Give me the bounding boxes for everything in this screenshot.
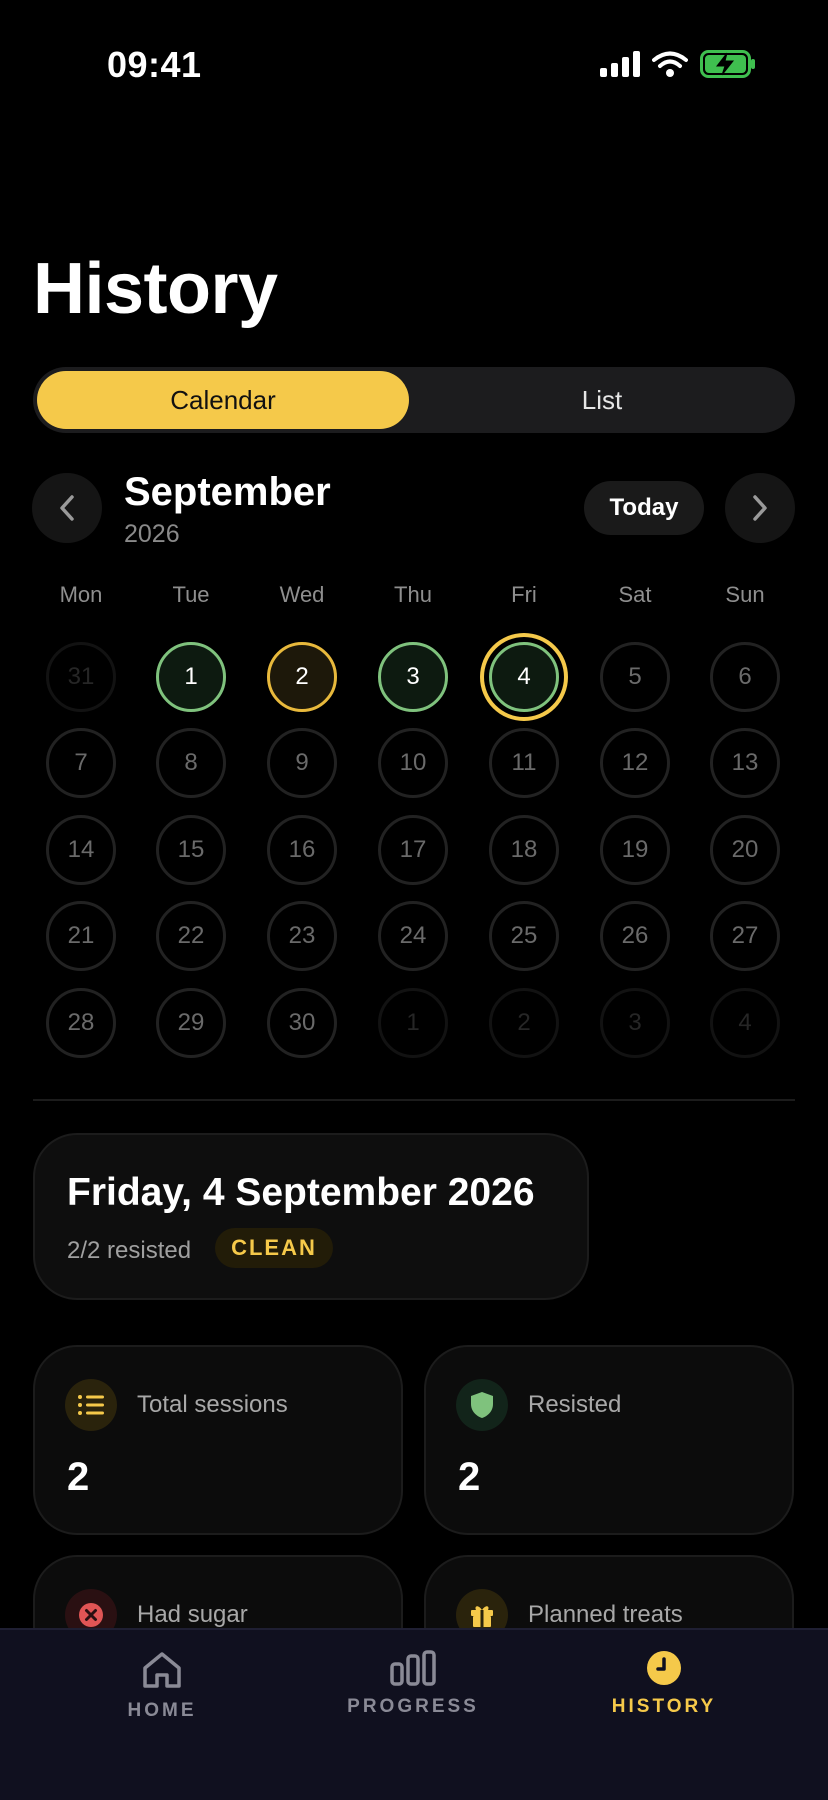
status-badge: CLEAN	[215, 1228, 333, 1268]
selected-day-summary: 2/2 resisted	[67, 1237, 192, 1264]
calendar-day[interactable]: 6	[710, 642, 780, 712]
month-year: 2026	[124, 520, 180, 548]
chevron-left-icon	[60, 495, 74, 521]
calendar-day[interactable]: 18	[489, 815, 559, 885]
nav-progress[interactable]: PROGRESS	[323, 1650, 503, 1718]
calendar-day-outside[interactable]: 3	[600, 988, 670, 1058]
calendar-day[interactable]: 24	[378, 901, 448, 971]
selected-day-title: Friday, 4 September 2026	[67, 1171, 535, 1214]
calendar-day[interactable]: 17	[378, 815, 448, 885]
calendar-day[interactable]: 25	[489, 901, 559, 971]
stat-value: 2	[458, 1455, 481, 1499]
previous-month-button[interactable]	[32, 473, 102, 543]
status-bar: 09:41	[0, 0, 828, 120]
calendar-day[interactable]: 26	[600, 901, 670, 971]
calendar-day[interactable]: 1	[156, 642, 226, 712]
calendar-day[interactable]: 5	[600, 642, 670, 712]
weekday-label: Mon	[59, 582, 103, 607]
selected-day-card: Friday, 4 September 2026 2/2 resisted CL…	[33, 1133, 589, 1300]
calendar-day[interactable]: 22	[156, 901, 226, 971]
calendar-day[interactable]: 19	[600, 815, 670, 885]
calendar-day[interactable]: 30	[267, 988, 337, 1058]
wifi-icon	[652, 51, 688, 77]
calendar-day[interactable]: 11	[489, 728, 559, 798]
status-icons	[600, 50, 756, 78]
calendar-day-outside[interactable]: 1	[378, 988, 448, 1058]
status-time: 09:41	[107, 44, 202, 85]
calendar-day[interactable]: 10	[378, 728, 448, 798]
nav-progress-label: PROGRESS	[347, 1696, 479, 1717]
tab-calendar[interactable]: Calendar	[37, 371, 409, 429]
stat-card-resisted: Resisted 2	[424, 1345, 794, 1535]
clock-icon	[647, 1651, 681, 1685]
next-month-button[interactable]	[725, 473, 795, 543]
calendar-day[interactable]: 14	[46, 815, 116, 885]
weekday-label: Thu	[394, 582, 432, 607]
chevron-right-icon	[753, 495, 767, 521]
calendar-day[interactable]: 15	[156, 815, 226, 885]
calendar-day[interactable]: 12	[600, 728, 670, 798]
divider	[33, 1099, 795, 1101]
stat-label: Resisted	[528, 1391, 622, 1418]
shield-icon	[456, 1379, 508, 1431]
calendar-day[interactable]: 2	[267, 642, 337, 712]
calendar-day[interactable]: 21	[46, 901, 116, 971]
tab-list[interactable]: List	[413, 371, 791, 429]
page-title: History	[33, 249, 278, 329]
calendar-day-outside[interactable]: 4	[710, 988, 780, 1058]
month-name: September	[124, 470, 331, 514]
calendar-day[interactable]: 16	[267, 815, 337, 885]
bar-chart-icon	[390, 1650, 436, 1686]
calendar-day[interactable]: 7	[46, 728, 116, 798]
today-button[interactable]: Today	[584, 481, 704, 535]
weekday-label: Fri	[511, 582, 537, 607]
stat-label: Had sugar	[137, 1601, 248, 1628]
calendar-day[interactable]: 3	[378, 642, 448, 712]
stat-value: 2	[67, 1455, 90, 1499]
list-icon	[65, 1379, 117, 1431]
weekday-label: Sun	[725, 582, 765, 607]
calendar-day[interactable]: 13	[710, 728, 780, 798]
calendar-day[interactable]: 27	[710, 901, 780, 971]
calendar-day[interactable]: 29	[156, 988, 226, 1058]
nav-home-label: HOME	[127, 1700, 197, 1721]
calendar-day[interactable]: 8	[156, 728, 226, 798]
calendar-day[interactable]: 20	[710, 815, 780, 885]
home-icon	[143, 1652, 181, 1688]
stat-label: Total sessions	[137, 1391, 288, 1418]
calendar-day[interactable]: 28	[46, 988, 116, 1058]
stat-label: Planned treats	[528, 1601, 683, 1628]
weekday-label: Sat	[618, 582, 652, 607]
calendar-day[interactable]: 9	[267, 728, 337, 798]
calendar-day-outside[interactable]: 2	[489, 988, 559, 1058]
nav-home[interactable]: HOME	[72, 1650, 252, 1722]
battery-charging-icon	[700, 50, 755, 78]
bottom-nav: HOME PROGRESS HISTORY	[0, 1628, 828, 1800]
weekday-label: Tue	[172, 582, 210, 607]
nav-history[interactable]: HISTORY	[574, 1650, 754, 1718]
signal-icon	[600, 51, 640, 77]
calendar-day[interactable]: 23	[267, 901, 337, 971]
stat-card-total-sessions: Total sessions 2	[33, 1345, 403, 1535]
calendar-day-outside[interactable]: 31	[46, 642, 116, 712]
nav-history-label: HISTORY	[611, 1696, 717, 1717]
view-toggle: Calendar List	[33, 367, 795, 433]
weekday-label: Wed	[279, 582, 325, 607]
calendar-day-selected[interactable]: 4	[489, 642, 559, 712]
